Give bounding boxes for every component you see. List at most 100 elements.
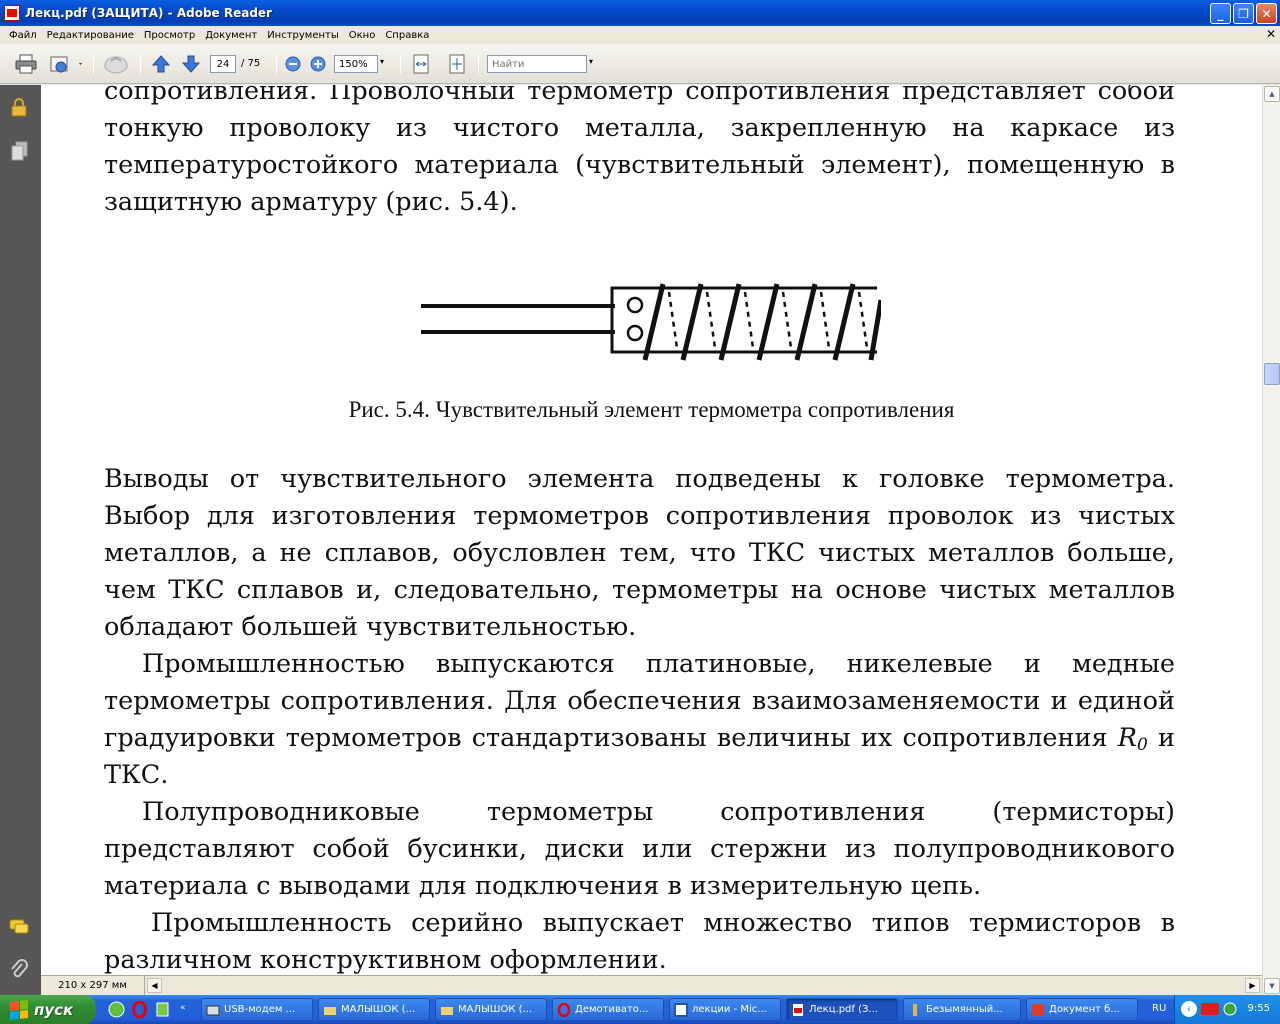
minimize-button[interactable]: _ — [1210, 3, 1231, 24]
text-line: Выбор для изготовления термометров сопро… — [104, 501, 1175, 531]
task-label: USB-модем ... — [224, 1004, 296, 1015]
toolbar-separator — [478, 54, 479, 74]
menu-file[interactable]: Файл — [4, 30, 42, 41]
menu-help[interactable]: Справка — [380, 30, 434, 41]
antivirus-tray-icon[interactable] — [1201, 1002, 1219, 1016]
word-icon — [674, 1002, 688, 1017]
attachments-panel-button[interactable] — [8, 957, 30, 981]
security-settings-button[interactable] — [8, 95, 30, 119]
menu-bar: Файл Редактирование Просмотр Документ Ин… — [0, 26, 1280, 44]
quicklaunch-chevron[interactable]: « — [180, 1003, 186, 1013]
text-line: Полупроводниковые термометры сопротивлен… — [142, 797, 1175, 827]
pages-panel-button[interactable] — [8, 139, 30, 163]
document-close-button[interactable]: ✕ — [1266, 27, 1276, 41]
hand-tool-button[interactable] — [100, 52, 132, 76]
comments-icon — [9, 919, 29, 934]
terminal-circles — [626, 296, 644, 342]
attachment-icon — [11, 959, 28, 978]
opera-icon — [557, 1002, 571, 1017]
find-dropdown-arrow[interactable]: ▾ — [589, 57, 593, 66]
maximize-button[interactable]: ❐ — [1233, 3, 1254, 24]
scroll-down-button[interactable]: ▼ — [1264, 978, 1280, 994]
language-indicator[interactable]: RU — [1152, 1003, 1166, 1014]
lock-icon — [11, 98, 27, 117]
text-span: градуировки термометров стандартизованы … — [104, 723, 1108, 753]
menu-view[interactable]: Просмотр — [139, 30, 200, 41]
page-number-input[interactable] — [210, 55, 236, 73]
hscroll-left-button[interactable]: ◀ — [147, 978, 162, 993]
tray-expand-icon[interactable]: ‹ — [1181, 1001, 1197, 1017]
comments-panel-button[interactable] — [8, 915, 30, 939]
menu-window[interactable]: Окно — [344, 30, 381, 41]
zoom-in-button[interactable] — [308, 52, 328, 76]
text-line: ТКС. — [104, 760, 169, 790]
prev-page-button[interactable] — [150, 52, 172, 76]
r0-subscript: 0 — [1136, 735, 1148, 755]
figure-caption: Рис. 5.4. Чувствительный элемент термоме… — [348, 397, 955, 422]
text-line: представляют собой бусинки, диски или ст… — [104, 834, 1175, 864]
folder-icon — [324, 1006, 336, 1015]
text-line: материала с выводами для подключения в и… — [104, 871, 982, 901]
fit-page-button[interactable] — [446, 52, 468, 76]
scroll-up-button[interactable]: ▲ — [1264, 86, 1280, 102]
window-icon — [206, 1005, 220, 1015]
utorrent-icon[interactable] — [108, 1001, 125, 1018]
vertical-scrollbar[interactable]: ▲ ▼ — [1262, 85, 1280, 995]
scroll-thumb[interactable] — [1264, 363, 1280, 385]
title-bar: Лекц.pdf (ЗАЩИТА) - Adobe Reader — [0, 0, 1280, 26]
email-button[interactable] — [48, 52, 86, 76]
find-input[interactable] — [487, 55, 587, 73]
text-line: различном конструктивном оформлении. — [104, 945, 667, 975]
print-icon — [15, 54, 37, 74]
task-lekcii-word[interactable]: лекции - Mic... — [669, 998, 781, 1021]
menu-document[interactable]: Документ — [200, 30, 262, 41]
task-malyshok-1[interactable]: МАЛЫШОК (... — [318, 998, 430, 1021]
hscroll-right-button[interactable]: ▶ — [1245, 978, 1260, 993]
text-line: Промышленность серийно выпускает множест… — [151, 908, 1175, 938]
zoom-out-icon — [285, 56, 301, 72]
task-document[interactable]: Документ б... — [1026, 998, 1138, 1021]
zoom-dropdown-arrow[interactable]: ▾ — [380, 57, 384, 66]
document-view[interactable]: сопротивления. Проволочный термометр соп… — [41, 85, 1262, 995]
email-icon — [50, 56, 82, 73]
clock: 9:55 — [1247, 1003, 1270, 1014]
paint-icon — [913, 1003, 917, 1016]
pdf-icon — [793, 1003, 803, 1016]
quicklaunch-icon[interactable] — [154, 1001, 171, 1018]
document-app-icon — [1032, 1003, 1044, 1016]
pages-icon — [11, 141, 28, 161]
fit-width-button[interactable] — [410, 52, 432, 76]
prev-page-icon — [151, 55, 171, 73]
page-size: 210 x 297 мм — [41, 976, 145, 995]
task-paint[interactable]: Безымянный... — [903, 998, 1021, 1021]
task-usb-modem[interactable]: USB-модем ... — [201, 998, 313, 1021]
text-span: и — [1147, 723, 1175, 753]
text-line: Выводы от чувствительного элемента подве… — [104, 464, 1175, 494]
toolbar-separator — [400, 54, 401, 74]
task-demotivator[interactable]: Демотивато... — [552, 998, 664, 1021]
start-button[interactable]: пуск — [0, 995, 96, 1024]
zoom-select[interactable]: 150% — [334, 55, 378, 73]
fit-width-icon — [413, 54, 429, 74]
close-button[interactable]: ✕ — [1256, 3, 1277, 24]
lead-wires — [421, 304, 615, 334]
print-button[interactable] — [12, 52, 40, 76]
windows-flag-icon — [10, 999, 28, 1020]
text-line: чем ТКС сплавов и, следовательно, термом… — [104, 575, 1175, 605]
task-lekc-pdf[interactable]: Лекц.pdf (З... — [786, 998, 898, 1021]
text-line: защитную арматуру (рис. 5.4). — [104, 187, 518, 217]
task-label: МАЛЫШОК (... — [341, 1004, 416, 1015]
sensing-element-figure — [421, 283, 881, 361]
next-page-button[interactable] — [180, 52, 202, 76]
taskbar: пуск « USB-модем ... МАЛЫШОК (... МАЛЫШО… — [0, 995, 1280, 1024]
menu-edit[interactable]: Редактирование — [42, 30, 139, 41]
zoom-out-button[interactable] — [283, 52, 303, 76]
opera-icon[interactable] — [131, 1001, 148, 1018]
update-tray-icon[interactable] — [1223, 1002, 1237, 1016]
fit-page-icon — [449, 54, 465, 74]
task-malyshok-2[interactable]: МАЛЫШОК (... — [435, 998, 547, 1021]
text-line: обладают большей чувствительностью. — [104, 612, 637, 642]
wire-winding — [642, 283, 881, 361]
menu-tools[interactable]: Инструменты — [262, 30, 344, 41]
task-label: Безымянный... — [926, 1004, 1003, 1015]
